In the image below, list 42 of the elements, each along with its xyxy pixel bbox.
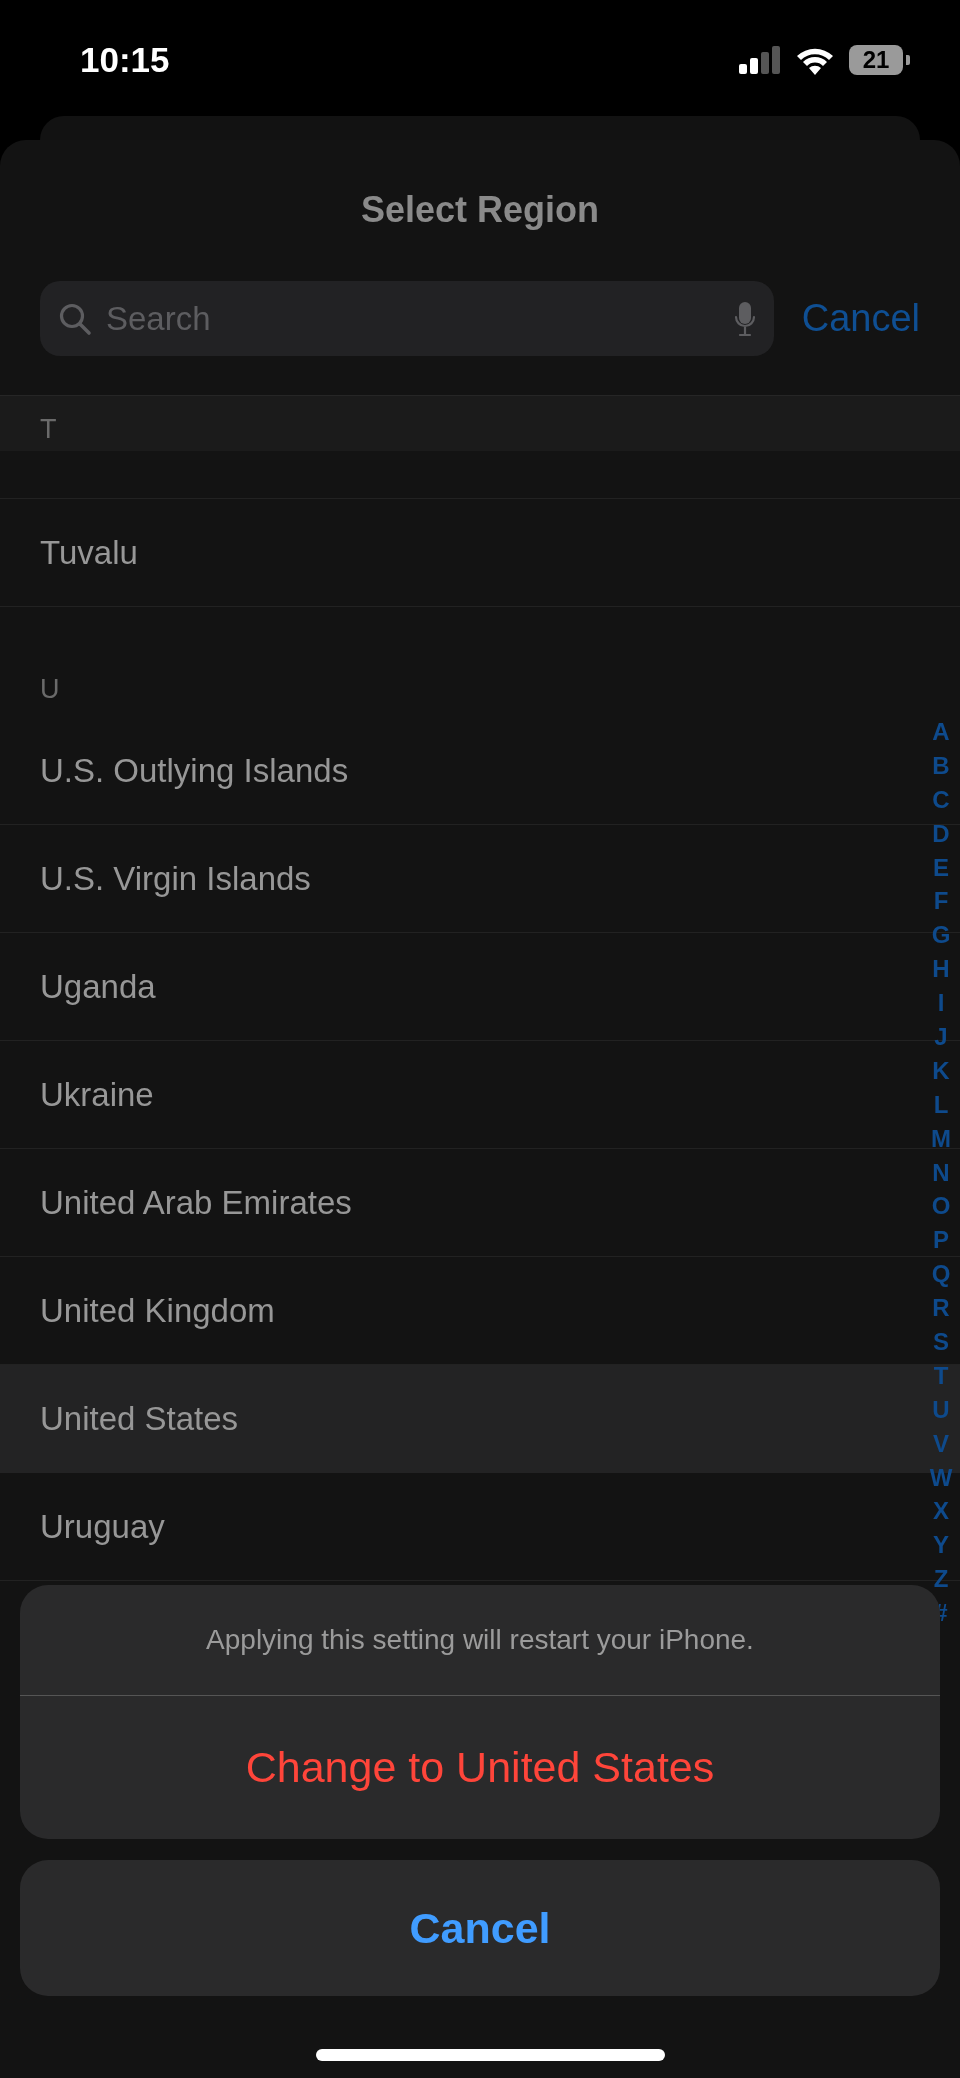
- section-letter: T: [40, 414, 57, 445]
- index-letter[interactable]: E: [926, 850, 956, 885]
- cancel-link[interactable]: Cancel: [801, 297, 920, 340]
- index-letter[interactable]: S: [926, 1325, 956, 1359]
- index-letter[interactable]: Q: [926, 1257, 956, 1292]
- microphone-icon[interactable]: [733, 300, 756, 337]
- index-letter[interactable]: A: [926, 715, 956, 749]
- index-letter[interactable]: B: [926, 748, 956, 783]
- status-time: 10:15: [80, 39, 170, 81]
- index-letter[interactable]: H: [926, 952, 956, 987]
- action-message: Applying this setting will restart your iPhone.: [206, 1624, 754, 1656]
- index-letter[interactable]: K: [926, 1053, 956, 1088]
- region-name: Uganda: [40, 967, 156, 1006]
- region-name: Uruguay: [40, 1507, 165, 1546]
- search-bar[interactable]: Search: [40, 281, 774, 356]
- region-name: U.S. Outlying Islands: [40, 751, 349, 790]
- index-letter[interactable]: Y: [926, 1528, 956, 1563]
- change-region-button[interactable]: Change to United States: [20, 1696, 940, 1839]
- sheet-title: Select Region: [360, 188, 600, 231]
- cancel-button[interactable]: Cancel: [20, 1860, 940, 1996]
- index-letter[interactable]: U: [926, 1392, 956, 1427]
- region-name: U.S. Virgin Islands: [40, 859, 311, 898]
- index-letter[interactable]: L: [926, 1087, 956, 1122]
- search-field[interactable]: Search: [106, 299, 720, 338]
- index-letter[interactable]: C: [926, 782, 956, 817]
- index-letter[interactable]: R: [926, 1291, 956, 1326]
- index-letter[interactable]: P: [926, 1223, 956, 1258]
- index-letter[interactable]: O: [926, 1189, 956, 1224]
- section-letter: U: [40, 674, 60, 705]
- signal-icon: [739, 46, 781, 74]
- index-letter[interactable]: F: [926, 884, 956, 919]
- index-letter[interactable]: I: [926, 986, 956, 1020]
- region-name: United Kingdom: [40, 1291, 275, 1330]
- battery-level: 21: [849, 45, 903, 75]
- region-name: Tuvalu: [40, 533, 138, 572]
- index-letter[interactable]: V: [926, 1426, 956, 1461]
- index-letter[interactable]: X: [926, 1494, 956, 1529]
- index-letter[interactable]: N: [926, 1155, 956, 1190]
- region-name: United Arab Emirates: [40, 1183, 352, 1222]
- region-name: Ukraine: [40, 1075, 154, 1114]
- region-name: United States: [40, 1399, 239, 1438]
- search-icon: [58, 301, 92, 336]
